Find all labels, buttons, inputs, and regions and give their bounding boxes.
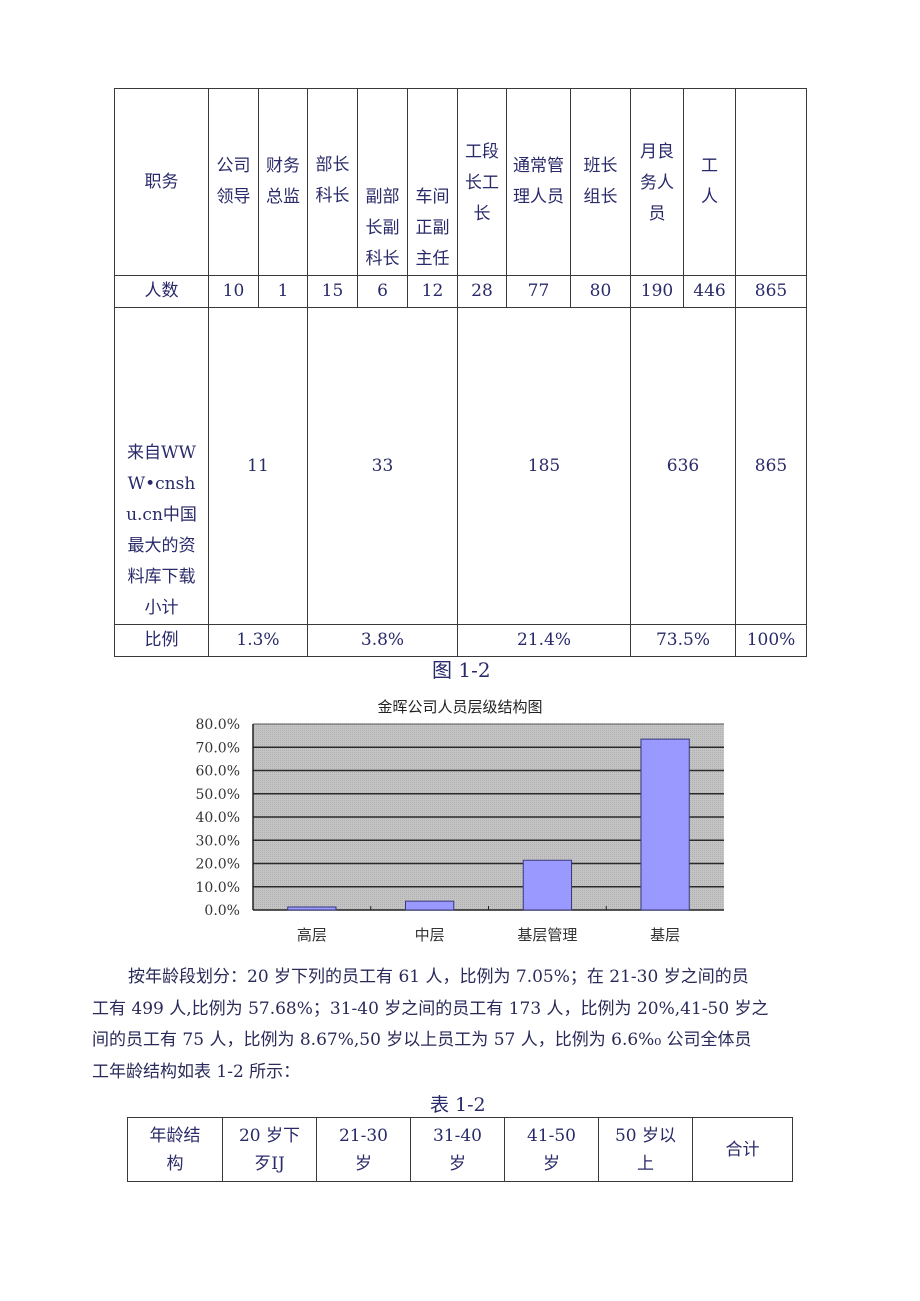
- y-tick-label: 40.0%: [196, 810, 240, 826]
- age-header-cell: 31-40 岁: [410, 1117, 505, 1182]
- bar: [404, 900, 455, 911]
- age-header-cell: 合计: [692, 1117, 793, 1182]
- bar: [640, 738, 690, 911]
- x-tick-label: 基层管理: [517, 926, 577, 944]
- y-tick-label: 50.0%: [196, 787, 240, 803]
- x-tick-label: 中层: [415, 926, 445, 944]
- paragraph-line: 工年龄结构如表 1-2 所示：: [92, 1061, 301, 1082]
- paragraph-line: 工有 499 人,比例为 57.68%；31-40 岁之间的员工有 173 人，…: [92, 998, 769, 1019]
- bar: [522, 859, 573, 911]
- bar-chart: 0.0% 10.0% 20.0% 30.0% 40.0% 50.0% 60.0% 70.0% 8…: [196, 717, 724, 944]
- y-tick-label: 10.0%: [196, 880, 240, 896]
- y-tick-label: 0.0%: [204, 903, 240, 919]
- age-structure-table: 年龄结构 20 岁下歹IJ 21-30 岁 31-40 岁 41-50 岁 50…: [127, 1117, 793, 1182]
- paragraph-line: 间的员工有 75 人，比例为 8.67%,50 岁以上员工为 57 人，比例为 …: [92, 1030, 752, 1050]
- y-tick-label: 70.0%: [196, 740, 240, 756]
- y-tick-label: 80.0%: [196, 717, 240, 733]
- bar: [287, 906, 337, 911]
- y-tick-label: 60.0%: [196, 764, 240, 780]
- age-header-row: 年龄结构 20 岁下歹IJ 21-30 岁 31-40 岁 41-50 岁 50…: [127, 1117, 793, 1182]
- y-tick-label: 30.0%: [196, 833, 240, 849]
- age-header-cell: 21-30 岁: [316, 1117, 411, 1182]
- age-header-cell: 年龄结构: [127, 1117, 223, 1182]
- age-paragraph: 按年龄段划分：20 岁下列的员工有 61 人，比例为 7.05%；在 21-30…: [92, 962, 836, 1088]
- age-header-cell: 41-50 岁: [504, 1117, 599, 1182]
- x-tick-label: 高层: [297, 926, 327, 944]
- x-tick-label: 基层: [650, 926, 680, 944]
- age-header-cell: 20 岁下歹IJ: [222, 1117, 317, 1182]
- age-header-cell: 50 岁以上: [598, 1117, 693, 1182]
- table2-caption: 表 1-2: [430, 1094, 486, 1116]
- paragraph-line: 按年龄段划分：20 岁下列的员工有 61 人，比例为 7.05%；在 21-30…: [128, 967, 749, 987]
- y-tick-label: 20.0%: [196, 857, 240, 873]
